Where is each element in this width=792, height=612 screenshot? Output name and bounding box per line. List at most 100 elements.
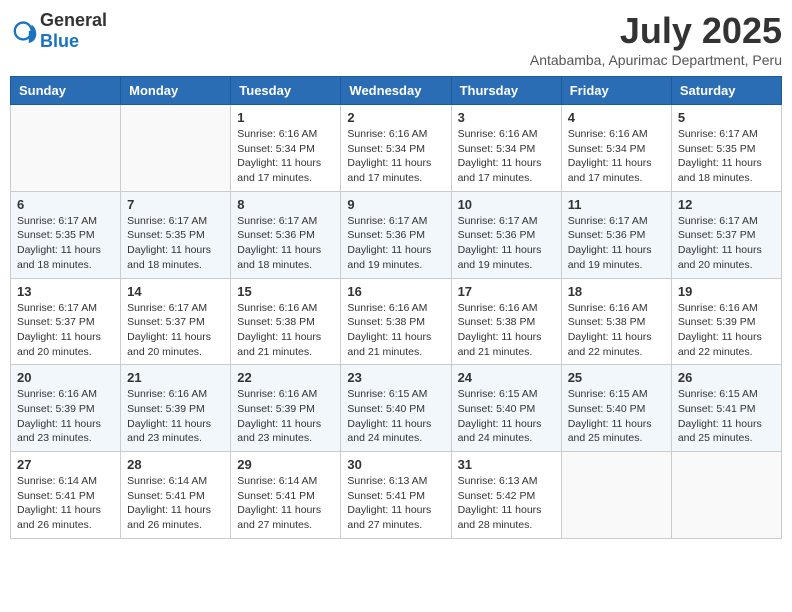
weekday-thursday: Thursday [451, 77, 561, 105]
day-number: 21 [127, 370, 224, 385]
day-number: 7 [127, 197, 224, 212]
day-number: 10 [458, 197, 555, 212]
day-number: 4 [568, 110, 665, 125]
calendar-cell: 17 Sunrise: 6:16 AMSunset: 5:38 PMDayligh… [451, 278, 561, 365]
cell-info: Sunrise: 6:16 AMSunset: 5:34 PMDaylight:… [458, 127, 555, 186]
cell-info: Sunrise: 6:17 AMSunset: 5:37 PMDaylight:… [17, 301, 114, 360]
calendar-cell: 7 Sunrise: 6:17 AMSunset: 5:35 PMDaylight… [121, 191, 231, 278]
cell-info: Sunrise: 6:15 AMSunset: 5:41 PMDaylight:… [678, 387, 775, 446]
weekday-saturday: Saturday [671, 77, 781, 105]
day-number: 18 [568, 284, 665, 299]
cell-info: Sunrise: 6:14 AMSunset: 5:41 PMDaylight:… [127, 474, 224, 533]
day-number: 27 [17, 457, 114, 472]
calendar-cell: 4Sunrise: 6:16 AMSunset: 5:34 PMDaylight… [561, 105, 671, 192]
day-number: 5 [678, 110, 775, 125]
day-number: 25 [568, 370, 665, 385]
weekday-sunday: Sunday [11, 77, 121, 105]
day-number: 23 [347, 370, 444, 385]
day-number: 29 [237, 457, 334, 472]
cell-info: Sunrise: 6:17 AMSunset: 5:35 PMDaylight:… [127, 214, 224, 273]
cell-info: Sunrise: 6:16 AMSunset: 5:38 PMDaylight:… [568, 301, 665, 360]
day-number: 14 [127, 284, 224, 299]
month-title: July 2025 [530, 10, 782, 52]
calendar-cell [121, 105, 231, 192]
calendar-cell: 6 Sunrise: 6:17 AMSunset: 5:35 PMDaylight… [11, 191, 121, 278]
cell-info: Sunrise: 6:16 AMSunset: 5:39 PMDaylight:… [127, 387, 224, 446]
calendar-cell: 2 Sunrise: 6:16 AMSunset: 5:34 PMDaylight… [341, 105, 451, 192]
calendar-cell: 10 Sunrise: 6:17 AMSunset: 5:36 PMDayligh… [451, 191, 561, 278]
cell-info: Sunrise: 6:15 AMSunset: 5:40 PMDaylight:… [347, 387, 444, 446]
cell-info: Sunrise: 6:13 AMSunset: 5:41 PMDaylight:… [347, 474, 444, 533]
calendar-cell: 3 Sunrise: 6:16 AMSunset: 5:34 PMDaylight… [451, 105, 561, 192]
cell-info: Sunrise: 6:15 AMSunset: 5:40 PMDaylight:… [458, 387, 555, 446]
weekday-monday: Monday [121, 77, 231, 105]
calendar-cell: 20Sunrise: 6:16 AMSunset: 5:39 PMDayligh… [11, 365, 121, 452]
calendar-cell: 1Sunrise: 6:16 AMSunset: 5:34 PMDaylight… [231, 105, 341, 192]
day-number: 8 [237, 197, 334, 212]
cell-info: Sunrise: 6:16 AMSunset: 5:39 PMDaylight:… [237, 387, 334, 446]
calendar-cell: 16 Sunrise: 6:16 AMSunset: 5:38 PMDayligh… [341, 278, 451, 365]
day-number: 17 [458, 284, 555, 299]
day-number: 11 [568, 197, 665, 212]
calendar-cell: 26 Sunrise: 6:15 AMSunset: 5:41 PMDayligh… [671, 365, 781, 452]
logo: General Blue [10, 10, 107, 52]
day-number: 20 [17, 370, 114, 385]
cell-info: Sunrise: 6:16 AMSunset: 5:39 PMDaylight:… [678, 301, 775, 360]
cell-info: Sunrise: 6:17 AMSunset: 5:36 PMDaylight:… [458, 214, 555, 273]
calendar-cell: 24Sunrise: 6:15 AMSunset: 5:40 PMDayligh… [451, 365, 561, 452]
day-number: 2 [347, 110, 444, 125]
cell-info: Sunrise: 6:14 AMSunset: 5:41 PMDaylight:… [17, 474, 114, 533]
cell-info: Sunrise: 6:16 AMSunset: 5:38 PMDaylight:… [347, 301, 444, 360]
location-title: Antabamba, Apurimac Department, Peru [530, 52, 782, 68]
day-number: 26 [678, 370, 775, 385]
calendar-cell: 25 Sunrise: 6:15 AMSunset: 5:40 PMDayligh… [561, 365, 671, 452]
weekday-header-row: SundayMondayTuesdayWednesdayThursdayFrid… [11, 77, 782, 105]
calendar-cell: 8 Sunrise: 6:17 AMSunset: 5:36 PMDaylight… [231, 191, 341, 278]
cell-info: Sunrise: 6:13 AMSunset: 5:42 PMDaylight:… [458, 474, 555, 533]
cell-info: Sunrise: 6:17 AMSunset: 5:36 PMDaylight:… [237, 214, 334, 273]
calendar-cell: 15Sunrise: 6:16 AMSunset: 5:38 PMDayligh… [231, 278, 341, 365]
logo-text: General Blue [40, 10, 107, 52]
day-number: 6 [17, 197, 114, 212]
cell-info: Sunrise: 6:16 AMSunset: 5:34 PMDaylight:… [237, 127, 334, 186]
cell-info: Sunrise: 6:17 AMSunset: 5:37 PMDaylight:… [678, 214, 775, 273]
day-number: 19 [678, 284, 775, 299]
cell-info: Sunrise: 6:17 AMSunset: 5:36 PMDaylight:… [568, 214, 665, 273]
day-number: 30 [347, 457, 444, 472]
calendar-cell: 18 Sunrise: 6:16 AMSunset: 5:38 PMDayligh… [561, 278, 671, 365]
cell-info: Sunrise: 6:16 AMSunset: 5:38 PMDaylight:… [458, 301, 555, 360]
calendar-cell [11, 105, 121, 192]
calendar-cell: 31 Sunrise: 6:13 AMSunset: 5:42 PMDayligh… [451, 452, 561, 539]
day-number: 31 [458, 457, 555, 472]
cell-info: Sunrise: 6:17 AMSunset: 5:35 PMDaylight:… [17, 214, 114, 273]
day-number: 22 [237, 370, 334, 385]
calendar-cell: 28 Sunrise: 6:14 AMSunset: 5:41 PMDayligh… [121, 452, 231, 539]
calendar-week-row: 1Sunrise: 6:16 AMSunset: 5:34 PMDaylight… [11, 105, 782, 192]
page-header: General Blue July 2025 Antabamba, Apurim… [10, 10, 782, 68]
calendar-cell: 12Sunrise: 6:17 AMSunset: 5:37 PMDayligh… [671, 191, 781, 278]
calendar-cell: 29 Sunrise: 6:14 AMSunset: 5:41 PMDayligh… [231, 452, 341, 539]
day-number: 28 [127, 457, 224, 472]
cell-info: Sunrise: 6:15 AMSunset: 5:40 PMDaylight:… [568, 387, 665, 446]
day-number: 13 [17, 284, 114, 299]
day-number: 3 [458, 110, 555, 125]
calendar-table: SundayMondayTuesdayWednesdayThursdayFrid… [10, 76, 782, 539]
logo-icon [12, 17, 40, 45]
calendar-cell: 27 Sunrise: 6:14 AMSunset: 5:41 PMDayligh… [11, 452, 121, 539]
day-number: 15 [237, 284, 334, 299]
calendar-cell: 30 Sunrise: 6:13 AMSunset: 5:41 PMDayligh… [341, 452, 451, 539]
calendar-week-row: 27 Sunrise: 6:14 AMSunset: 5:41 PMDayligh… [11, 452, 782, 539]
calendar-cell: 9Sunrise: 6:17 AMSunset: 5:36 PMDaylight… [341, 191, 451, 278]
cell-info: Sunrise: 6:16 AMSunset: 5:34 PMDaylight:… [347, 127, 444, 186]
title-area: July 2025 Antabamba, Apurimac Department… [530, 10, 782, 68]
day-number: 16 [347, 284, 444, 299]
cell-info: Sunrise: 6:17 AMSunset: 5:37 PMDaylight:… [127, 301, 224, 360]
calendar-cell: 23 Sunrise: 6:15 AMSunset: 5:40 PMDayligh… [341, 365, 451, 452]
cell-info: Sunrise: 6:17 AMSunset: 5:35 PMDaylight:… [678, 127, 775, 186]
weekday-tuesday: Tuesday [231, 77, 341, 105]
cell-info: Sunrise: 6:14 AMSunset: 5:41 PMDaylight:… [237, 474, 334, 533]
calendar-week-row: 6 Sunrise: 6:17 AMSunset: 5:35 PMDaylight… [11, 191, 782, 278]
calendar-cell: 14 Sunrise: 6:17 AMSunset: 5:37 PMDayligh… [121, 278, 231, 365]
calendar-cell: 22 Sunrise: 6:16 AMSunset: 5:39 PMDayligh… [231, 365, 341, 452]
weekday-wednesday: Wednesday [341, 77, 451, 105]
